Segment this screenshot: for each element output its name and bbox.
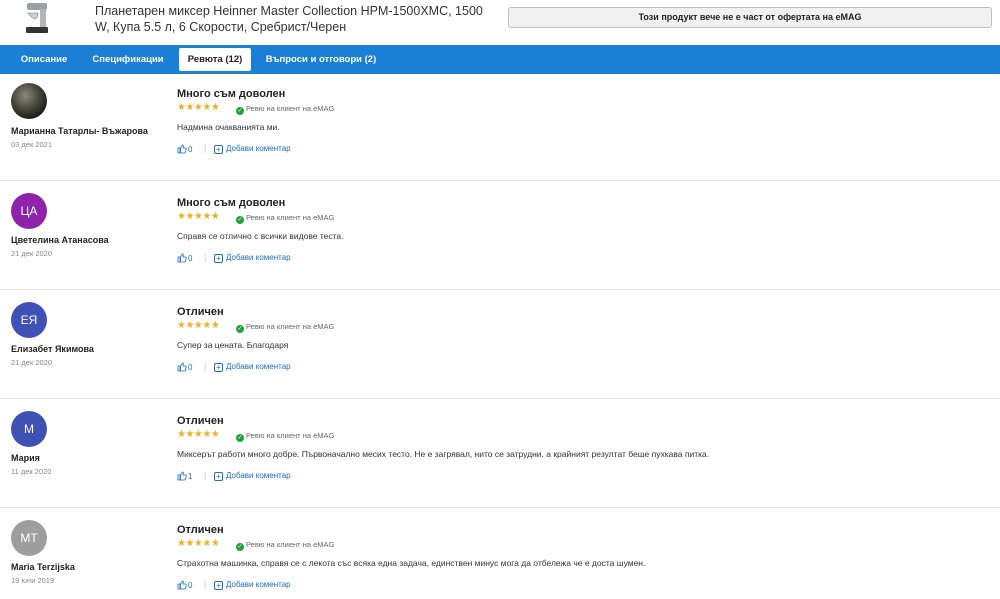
tab-reviews[interactable]: Ревюта (12) [179, 48, 251, 71]
like-count: 0 [188, 145, 193, 154]
review-author: Елизабет Якимова [11, 344, 94, 354]
check-icon: ✓ [236, 543, 244, 551]
like-button[interactable]: 0 [177, 580, 192, 590]
star-rating: ★★★★★ [177, 102, 220, 113]
review-date: 11 дек 2020 [11, 467, 52, 476]
plus-icon: + [214, 145, 223, 154]
add-comment-label: Добави коментар [226, 471, 291, 480]
check-icon: ✓ [236, 216, 244, 224]
review-item: MT Maria Terzijska 19 юни 2019 Отличен ★… [0, 510, 1000, 599]
action-separator: | [204, 579, 207, 589]
review-text: Надмина очакванията ми. [177, 122, 280, 132]
thumbs-up-icon [177, 362, 187, 372]
review-date: 03 дек 2021 [11, 140, 53, 149]
product-title[interactable]: Планетарен миксер Heinner Master Collect… [95, 3, 490, 35]
add-comment-button[interactable]: + Добави коментар [214, 471, 291, 481]
add-comment-label: Добави коментар [226, 253, 291, 262]
plus-icon: + [214, 472, 223, 481]
add-comment-label: Добави коментар [226, 144, 291, 153]
star-rating: ★★★★★ [177, 211, 220, 222]
review-date: 19 юни 2019 [11, 576, 55, 585]
avatar: MT [11, 520, 47, 556]
add-comment-button[interactable]: + Добави коментар [214, 253, 291, 263]
divider [0, 507, 1000, 508]
like-button[interactable]: 1 [177, 471, 192, 481]
star-rating: ★★★★★ [177, 320, 220, 331]
review-author: Цветелина Атанасова [11, 235, 109, 245]
verified-badge: ✓ Ревю на клиент на eMAG [236, 431, 334, 442]
plus-icon: + [214, 254, 223, 263]
add-comment-button[interactable]: + Добави коментар [214, 144, 291, 154]
review-text: Страхотна машинка, справя се с лекота съ… [177, 558, 646, 568]
divider [0, 180, 1000, 181]
action-separator: | [204, 252, 207, 262]
like-button[interactable]: 0 [177, 253, 192, 263]
product-header: Планетарен миксер Heinner Master Collect… [0, 0, 1000, 45]
add-comment-button[interactable]: + Добави коментар [214, 362, 291, 372]
star-rating: ★★★★★ [177, 429, 220, 440]
thumbs-up-icon [177, 580, 187, 590]
review-title: Много съм доволен [177, 88, 286, 100]
review-title: Отличен [177, 306, 224, 318]
avatar [11, 83, 47, 119]
like-count: 0 [188, 254, 193, 263]
like-count: 1 [188, 472, 193, 481]
plus-icon: + [214, 581, 223, 590]
review-author: Марианна Татарлы- Въжарова [11, 126, 148, 136]
verified-badge: ✓ Ревю на клиент на eMAG [236, 213, 334, 224]
avatar: ЦА [11, 193, 47, 229]
check-icon: ✓ [236, 434, 244, 442]
review-title: Отличен [177, 415, 224, 427]
availability-notice: Този продукт вече не е част от офертата … [508, 7, 992, 28]
divider [0, 289, 1000, 290]
review-item: ЕЯ Елизабет Якимова 21 дек 2020 Отличен … [0, 292, 1000, 401]
review-text: Миксерът работи много добре. Първоначалн… [177, 449, 710, 459]
review-title: Много съм доволен [177, 197, 286, 209]
review-author: Мария [11, 453, 40, 463]
verified-label: Ревю на клиент на eMAG [246, 213, 335, 222]
review-item: ЦА Цветелина Атанасова 21 дек 2020 Много… [0, 183, 1000, 292]
review-item: М Мария 11 дек 2020 Отличен ★★★★★ ✓ Ревю … [0, 401, 1000, 510]
star-rating: ★★★★★ [177, 538, 220, 549]
product-thumbnail[interactable] [24, 1, 50, 35]
review-title: Отличен [177, 524, 224, 536]
review-date: 21 дек 2020 [11, 249, 53, 258]
plus-icon: + [214, 363, 223, 372]
add-comment-button[interactable]: + Добави коментар [214, 580, 291, 590]
add-comment-label: Добави коментар [226, 362, 291, 371]
verified-badge: ✓ Ревю на клиент на eMAG [236, 540, 334, 551]
check-icon: ✓ [236, 107, 244, 115]
review-author: Maria Terzijska [11, 562, 75, 572]
tab-description[interactable]: Описание [12, 48, 76, 71]
avatar: ЕЯ [11, 302, 47, 338]
verified-label: Ревю на клиент на eMAG [246, 322, 335, 331]
review-text: Супер за цената. Благодаря [177, 340, 289, 350]
divider [0, 398, 1000, 399]
verified-label: Ревю на клиент на eMAG [246, 431, 335, 440]
thumbs-up-icon [177, 471, 187, 481]
action-separator: | [204, 143, 207, 153]
add-comment-label: Добави коментар [226, 580, 291, 589]
avatar: М [11, 411, 47, 447]
thumbs-up-icon [177, 144, 187, 154]
tab-bar: Описание Спецификации Ревюта (12) Въпрос… [0, 45, 1000, 74]
review-date: 21 дек 2020 [11, 358, 53, 367]
verified-label: Ревю на клиент на eMAG [246, 540, 335, 549]
action-separator: | [204, 470, 207, 480]
review-text: Справя се отлично с всички видове теста. [177, 231, 344, 241]
check-icon: ✓ [236, 325, 244, 333]
tab-specifications[interactable]: Спецификации [84, 48, 172, 71]
action-separator: | [204, 361, 207, 371]
verified-label: Ревю на клиент на eMAG [246, 104, 335, 113]
like-button[interactable]: 0 [177, 144, 192, 154]
review-item: Марианна Татарлы- Въжарова 03 дек 2021 М… [0, 74, 1000, 183]
thumbs-up-icon [177, 253, 187, 263]
like-count: 0 [188, 581, 193, 590]
like-button[interactable]: 0 [177, 362, 192, 372]
tab-questions[interactable]: Въпроси и отговори (2) [259, 48, 383, 71]
like-count: 0 [188, 363, 193, 372]
verified-badge: ✓ Ревю на клиент на eMAG [236, 104, 334, 115]
verified-badge: ✓ Ревю на клиент на eMAG [236, 322, 334, 333]
